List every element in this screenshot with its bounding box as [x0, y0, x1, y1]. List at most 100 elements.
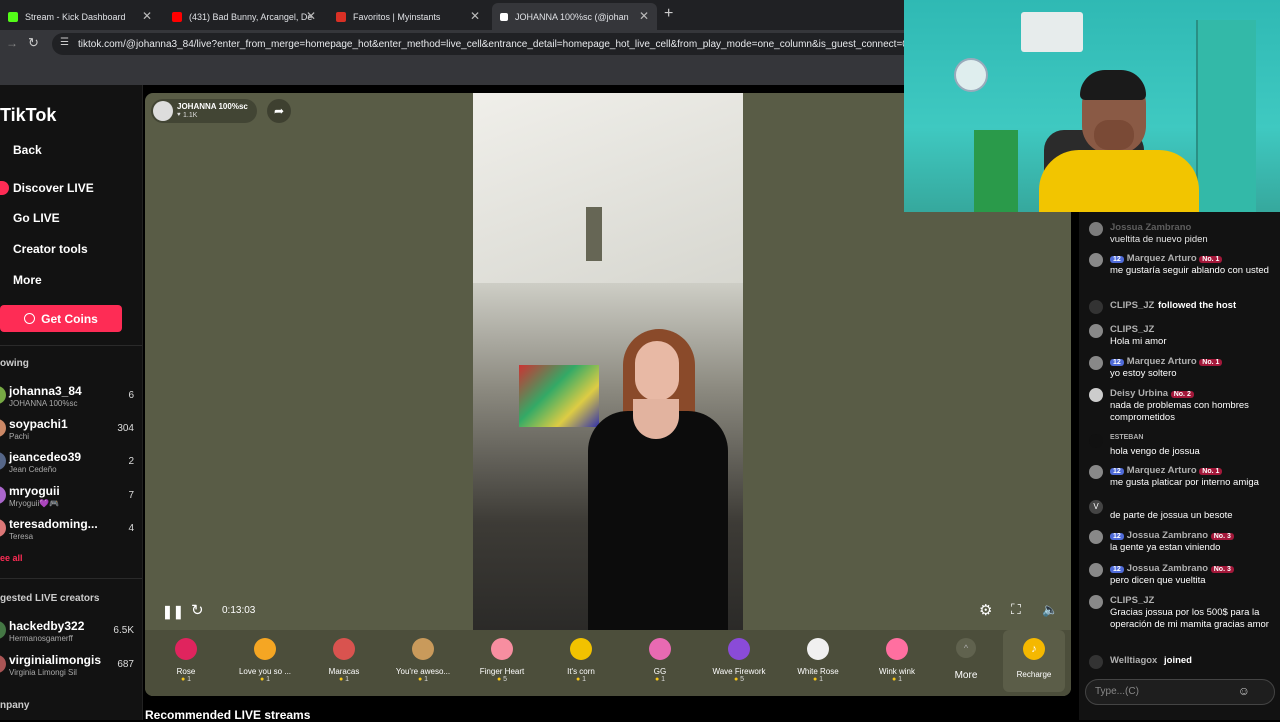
tab-title: (431) Bad Bunny, Arcangel, De [189, 11, 313, 22]
gift-maracas[interactable]: Maracas1 [309, 635, 379, 683]
gift-price: 1 [388, 676, 458, 683]
gift-wave-firework[interactable]: Wave Firework5 [704, 635, 774, 683]
following-item[interactable]: mryoguii Mryoguii💜🎮 7 [0, 484, 140, 514]
close-icon[interactable]: ✕ [470, 9, 480, 23]
gift-price: 1 [862, 676, 932, 683]
chat-user: ESTEBAN [1110, 434, 1144, 441]
nav-go-live[interactable]: Go LIVE [13, 211, 60, 225]
level-badge: 12 [1110, 256, 1124, 263]
recharge-label: Recharge [1016, 670, 1052, 679]
url-input[interactable]: ☰ tiktok.com/@johanna3_84/live?enter_fro… [52, 33, 1052, 55]
close-icon[interactable]: ✕ [639, 9, 649, 23]
video-frame[interactable] [473, 93, 743, 630]
following-item[interactable]: johanna3_84 JOHANNA 100%sc 6 [0, 384, 140, 414]
recharge-button[interactable]: ♪ Recharge [1003, 630, 1065, 692]
tab-kick[interactable]: Stream - Kick Dashboard ✕ [0, 3, 160, 30]
heart-icon: ♥ [177, 112, 181, 118]
gift-wink-wink[interactable]: Wink wink1 [862, 635, 932, 683]
more-label: More [954, 670, 978, 681]
tab-tiktok[interactable]: JOHANNA 100%sc (@johan ✕ [492, 3, 657, 30]
level-badge: 12 [1110, 566, 1124, 573]
gift-price: 1 [625, 676, 695, 683]
nav-label: More [13, 273, 42, 287]
share-icon[interactable]: ➦ [267, 99, 291, 123]
chat-text: me gustaría seguir ablando con usted [1110, 265, 1269, 276]
nav-back[interactable]: Back [13, 143, 42, 157]
gift-youre-awesome[interactable]: You're aweso...1 [388, 635, 458, 683]
user-name: soypachi1 [9, 417, 68, 431]
close-icon[interactable]: ✕ [306, 9, 316, 23]
get-coins-button[interactable]: Get Coins [0, 305, 122, 332]
viewer-count: 687 [117, 659, 134, 670]
nav-creator-tools[interactable]: Creator tools [13, 242, 88, 256]
gift-finger-heart[interactable]: Finger Heart5 [467, 635, 537, 683]
chat-user-line: 12 Marquez Arturo No. 1 [1110, 356, 1225, 367]
person-face [635, 341, 679, 401]
gift-price: 5 [704, 676, 774, 683]
host-likes: 1.1K [183, 112, 198, 119]
avatar [1089, 563, 1103, 577]
suggested-item[interactable]: hackedby322 Hermanosgamerff 6.5K [0, 619, 140, 649]
divider [0, 578, 142, 579]
forward-icon[interactable]: → [6, 36, 18, 50]
following-item[interactable]: teresadoming... Teresa 4 [0, 517, 140, 547]
avatar [1089, 388, 1103, 402]
host-info[interactable]: JOHANNA 100%sc ♥ 1.1K [151, 99, 257, 123]
site-info-icon[interactable]: ☰ [60, 37, 69, 48]
youtube-icon [172, 11, 182, 22]
chat-input[interactable]: Type...(C) ☺ [1085, 679, 1275, 705]
tab-youtube[interactable]: (431) Bad Bunny, Arcangel, De ✕ [164, 3, 324, 30]
chat-text: pero dicen que vueltita [1110, 575, 1206, 586]
new-tab-button[interactable]: + [664, 5, 673, 23]
gift-price: 1 [151, 676, 221, 683]
elapsed-time: 0:13:03 [222, 605, 256, 616]
get-coins-label: Get Coins [41, 311, 98, 326]
tab-myinstants[interactable]: Favoritos | Myinstants ✕ [328, 3, 488, 30]
chat-text: Gracias jossua por los 500$ para la oper… [1110, 607, 1269, 630]
settings-icon[interactable]: ⚙ [979, 601, 992, 619]
gift-its-corn[interactable]: It's corn1 [546, 635, 616, 683]
viewer-count: 4 [128, 523, 134, 534]
chat-user: Marquez Arturo [1126, 356, 1197, 367]
rank-badge: No. 1 [1199, 468, 1223, 475]
pause-icon[interactable]: ❚❚ [162, 604, 184, 620]
chat-text: vueltita de nuevo piden [1110, 234, 1208, 245]
rank-badge: No. 2 [1170, 391, 1194, 398]
shelf [974, 130, 1018, 212]
suggested-item[interactable]: virginialimongis Virginia Limongi Sil 687 [0, 653, 140, 683]
suggested-heading: gested LIVE creators [0, 593, 100, 604]
gift-gg[interactable]: GG1 [625, 635, 695, 683]
maracas-icon [333, 638, 355, 660]
reload-icon[interactable]: ↻ [28, 35, 39, 51]
more-gifts-button[interactable]: ^ More [941, 638, 991, 681]
gift-price: 1 [230, 676, 300, 683]
person-icon [1089, 300, 1103, 314]
see-all-link[interactable]: ee all [0, 553, 23, 563]
gift-love-you[interactable]: Love you so ...1 [230, 635, 300, 683]
nav-more[interactable]: More [13, 273, 42, 287]
refresh-icon[interactable]: ↻ [191, 601, 204, 619]
gift-white-rose[interactable]: White Rose1 [783, 635, 853, 683]
following-item[interactable]: soypachi1 Pachi 304 [0, 417, 140, 447]
live-icon [0, 181, 9, 195]
close-icon[interactable]: ✕ [142, 9, 152, 23]
user-name: johanna3_84 [9, 384, 82, 398]
level-badge: 12 [1110, 359, 1124, 366]
myinstants-icon [336, 11, 346, 22]
gift-rose[interactable]: Rose1 [151, 635, 221, 683]
tab-title: Favoritos | Myinstants [353, 11, 441, 22]
webcam-overlay [904, 0, 1280, 212]
fullscreen-icon[interactable]: ⛶ [1011, 601, 1021, 618]
nav-label: Creator tools [13, 242, 88, 256]
tiktok-logo[interactable]: TikTok [0, 105, 56, 126]
sidebar: TikTok Back Discover LIVE Go LIVE Creato… [0, 85, 143, 720]
nav-discover-live[interactable]: Discover LIVE [0, 181, 94, 195]
finger-heart-icon [491, 638, 513, 660]
chat-text: nada de problemas con hombres comprometi… [1110, 400, 1249, 423]
chat-user: CLIPS_JZ [1110, 300, 1155, 311]
emoji-icon[interactable]: ☺ [1238, 684, 1250, 698]
chevron-up-icon: ^ [956, 638, 976, 658]
following-item[interactable]: jeancedeo39 Jean Cedeño 2 [0, 450, 140, 480]
chat-user-line: 12 Jossua Zambrano No. 3 [1110, 530, 1237, 541]
volume-icon[interactable]: 🔈 [1042, 602, 1058, 618]
